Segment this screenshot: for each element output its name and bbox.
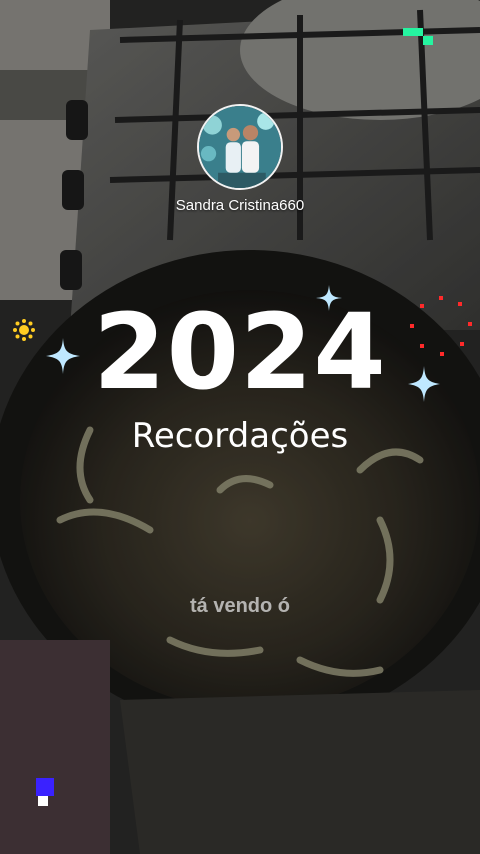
profile-username[interactable]: Sandra Cristina660 — [0, 197, 480, 214]
brand-logo-icon — [36, 778, 54, 806]
recap-title: Recordações — [131, 416, 349, 456]
avatar-photo — [199, 106, 281, 188]
recap-year: 2024 — [93, 291, 387, 413]
brand-logo-icon — [403, 28, 433, 45]
video-caption: tá vendo ó — [189, 595, 290, 617]
avatar[interactable] — [197, 104, 283, 190]
